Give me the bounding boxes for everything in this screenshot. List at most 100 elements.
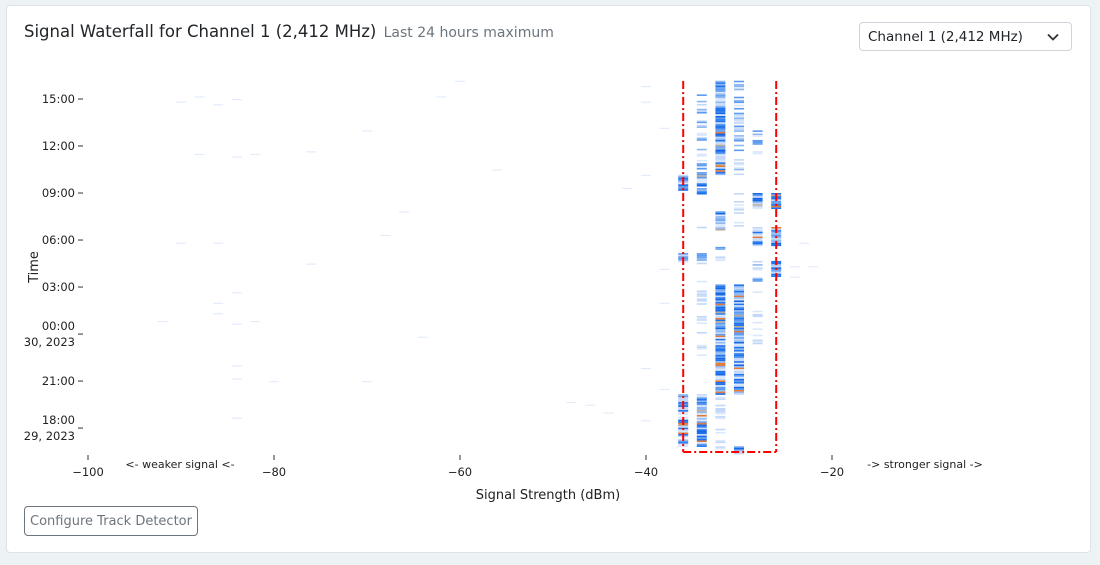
waterfall-cell — [715, 107, 726, 110]
waterfall-cell — [715, 383, 726, 386]
waterfall-cell — [715, 346, 726, 349]
y-tick-date-label: 30, 2023 — [24, 335, 75, 349]
waterfall-cell — [734, 388, 744, 391]
waterfall-cell — [734, 314, 744, 317]
waterfall-cell — [696, 172, 707, 174]
waterfall-cell — [696, 438, 707, 441]
waterfall-cell — [734, 87, 744, 89]
waterfall-cell — [734, 361, 744, 363]
waterfall-cell — [715, 127, 726, 129]
waterfall-cell — [734, 346, 744, 349]
waterfall-cell — [752, 278, 763, 281]
waterfall-cell — [734, 294, 744, 296]
waterfall-cell — [752, 280, 763, 282]
waterfall-cell — [715, 324, 726, 327]
waterfall-cell — [176, 242, 186, 244]
waterfall-cell — [752, 152, 763, 155]
waterfall-cell — [696, 430, 707, 433]
waterfall-cell — [678, 254, 689, 257]
waterfall-cell — [734, 340, 744, 343]
waterfall-cell — [734, 284, 744, 287]
waterfall-cell — [696, 180, 707, 182]
waterfall-cell — [734, 101, 744, 104]
waterfall-cell — [715, 369, 726, 371]
waterfall-cell — [696, 300, 707, 302]
waterfall-cell — [696, 403, 707, 406]
waterfall-cell — [231, 156, 242, 158]
waterfall-cell — [734, 104, 744, 107]
waterfall-cell — [603, 412, 614, 414]
waterfall-cell — [734, 139, 744, 142]
waterfall-cell — [696, 443, 707, 446]
waterfall-cell — [715, 109, 726, 112]
waterfall-cell — [752, 328, 763, 330]
x-tick-label: −80 — [262, 465, 286, 479]
waterfall-cell — [734, 334, 744, 336]
waterfall-cell — [752, 291, 763, 293]
waterfall-cell — [715, 431, 726, 434]
waterfall-cell — [157, 320, 168, 323]
waterfall-cell — [771, 201, 782, 203]
waterfall-cell — [734, 449, 744, 452]
waterfall-cell — [696, 181, 707, 184]
waterfall-cell — [715, 326, 726, 328]
waterfall-cell — [752, 244, 763, 247]
waterfall-cell — [715, 411, 726, 413]
waterfall-cell — [734, 287, 744, 290]
waterfall-cell — [715, 104, 726, 107]
waterfall-cell — [715, 111, 726, 113]
waterfall-cell — [696, 280, 707, 283]
waterfall-cell — [734, 310, 744, 312]
waterfall-cell — [715, 327, 726, 330]
waterfall-cell — [715, 372, 726, 375]
waterfall-cell — [696, 134, 707, 136]
waterfall-cell — [715, 290, 726, 293]
waterfall-cell — [696, 298, 707, 301]
waterfall-cell — [734, 120, 744, 123]
waterfall-cell — [715, 168, 726, 171]
waterfall-cell — [715, 378, 726, 381]
waterfall-cell — [715, 367, 726, 370]
waterfall-cell — [752, 202, 763, 205]
waterfall-cell — [734, 212, 744, 214]
waterfall-cell — [752, 199, 763, 202]
waterfall-cell — [696, 418, 707, 420]
waterfall-cell — [715, 146, 726, 148]
waterfall-cell — [752, 231, 763, 234]
waterfall-cell — [696, 259, 707, 262]
waterfall-cell — [734, 122, 744, 124]
waterfall-cell — [734, 393, 744, 395]
waterfall-cell — [752, 204, 763, 206]
waterfall-cell — [194, 96, 205, 98]
waterfall-cell — [715, 88, 726, 91]
waterfall-cell — [734, 99, 744, 102]
waterfall-cell — [799, 242, 810, 244]
waterfall-cell — [734, 308, 744, 311]
waterfall-cell — [752, 234, 763, 237]
waterfall-cell — [696, 346, 707, 349]
y-tick-label: 15:00 — [42, 92, 75, 106]
waterfall-cell — [734, 162, 744, 164]
waterfall-cell — [715, 224, 726, 226]
waterfall-cell — [696, 424, 707, 427]
waterfall-cell — [678, 174, 689, 177]
waterfall-cell — [734, 144, 744, 147]
waterfall-cell — [715, 141, 726, 144]
waterfall-cell — [734, 326, 744, 328]
waterfall-cell — [715, 415, 726, 418]
y-tick-label: 00:00 — [42, 319, 75, 333]
waterfall-cell — [715, 386, 726, 389]
waterfall-cell — [715, 362, 726, 365]
waterfall-cell — [715, 162, 726, 164]
waterfall-cell — [696, 317, 707, 320]
waterfall-cell — [734, 318, 744, 320]
waterfall-cell — [585, 404, 596, 406]
waterfall-cell — [696, 189, 707, 192]
waterfall-cell — [734, 125, 744, 128]
waterfall-cell — [715, 228, 726, 231]
waterfall-cell — [715, 382, 726, 384]
waterfall-cell — [715, 342, 726, 344]
waterfall-cell — [752, 260, 763, 263]
waterfall-cell — [734, 359, 744, 362]
waterfall-cell — [715, 133, 726, 136]
